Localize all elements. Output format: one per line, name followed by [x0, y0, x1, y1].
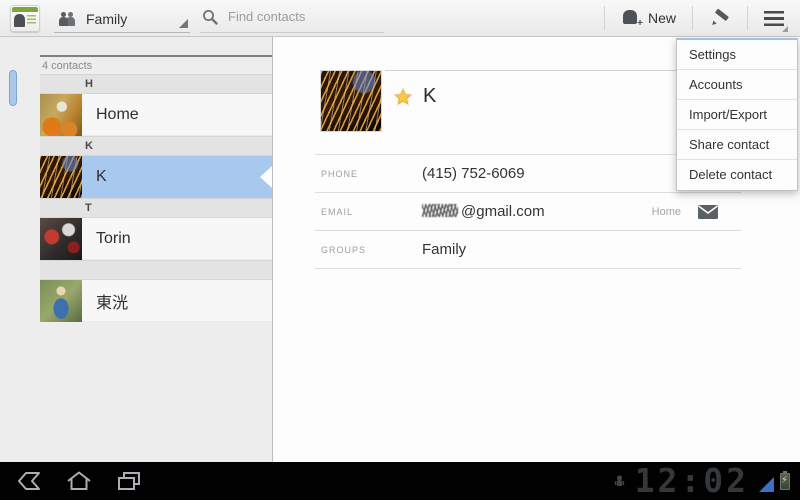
contacts-app-icon[interactable] [10, 5, 40, 32]
field-value: (415) 752-6069 [422, 165, 525, 182]
contact-list-name: K [96, 168, 107, 186]
contact-list-item[interactable]: Torin [40, 218, 272, 260]
clock[interactable]: 12:02 [635, 462, 749, 500]
recent-apps-button[interactable] [104, 462, 154, 500]
field-label: EMAIL [315, 207, 422, 217]
contact-list: 4 contacts HHomeKKTTorin東洸 [40, 37, 272, 462]
section-header [40, 260, 272, 280]
section-header: K [40, 136, 272, 156]
contact-list-item[interactable]: Home [40, 94, 272, 136]
contact-list-name: Torin [96, 230, 131, 248]
contact-name: K [423, 85, 436, 108]
redacted-text [422, 204, 458, 217]
back-button[interactable] [4, 462, 54, 500]
favorite-star-icon[interactable] [393, 87, 413, 107]
overflow-menu-button[interactable] [748, 0, 800, 36]
email-envelope-icon[interactable] [697, 204, 719, 220]
app-icon-robot [14, 14, 25, 27]
field-type-label: Home [652, 206, 681, 218]
section-header: H [40, 74, 272, 94]
menu-item-settings[interactable]: Settings [677, 40, 797, 70]
contact-photo [40, 156, 82, 198]
contact-count-label: 4 contacts [40, 55, 272, 74]
menu-item-import-export[interactable]: Import/Export [677, 100, 797, 130]
contact-list-item[interactable]: 東洸 [40, 280, 272, 322]
group-filter-spinner[interactable]: Family [54, 3, 190, 33]
field-value: @gmail.com [422, 203, 545, 220]
search-box[interactable] [200, 3, 384, 33]
contact-list-item[interactable]: K [40, 156, 272, 198]
contact-list-name: 東洸 [96, 289, 128, 313]
contact-photo [40, 94, 82, 136]
field-label: PHONE [315, 169, 422, 179]
contact-list-name: Home [96, 106, 139, 124]
add-contact-icon: + [621, 10, 641, 26]
menu-item-delete-contact[interactable]: Delete contact [677, 160, 797, 190]
edit-contact-button[interactable] [693, 0, 747, 36]
search-icon [202, 9, 218, 25]
app-icon-band [12, 7, 38, 12]
menu-item-share-contact[interactable]: Share contact [677, 130, 797, 160]
section-header: T [40, 198, 272, 218]
chevron-down-icon [179, 19, 188, 28]
group-icon [58, 12, 78, 26]
action-bar: Family + New [0, 0, 800, 37]
system-bar: 12:02 [0, 462, 800, 500]
app-icon-lines [27, 15, 36, 25]
search-input[interactable] [228, 9, 368, 24]
contact-photo [40, 280, 82, 322]
back-icon [15, 470, 43, 492]
detail-field-row-email[interactable]: EMAIL@gmail.com Home [315, 193, 741, 231]
pencil-icon [709, 8, 731, 28]
android-robot-icon [612, 474, 627, 489]
contact-photo [40, 218, 82, 260]
field-label: GROUPS [315, 245, 422, 255]
recent-apps-icon [115, 470, 143, 492]
contact-photo-large[interactable] [320, 70, 382, 132]
detail-field-row-groups[interactable]: GROUPSFamily [315, 231, 741, 269]
home-button[interactable] [54, 462, 104, 500]
scrollbar-thumb[interactable] [9, 70, 17, 106]
menu-icon [764, 11, 784, 26]
field-value: Family [422, 241, 466, 258]
overflow-menu: SettingsAccountsImport/ExportShare conta… [676, 38, 798, 191]
home-icon [65, 470, 93, 492]
group-filter-label: Family [86, 11, 127, 27]
menu-item-accounts[interactable]: Accounts [677, 70, 797, 100]
battery-charging-icon [780, 473, 790, 490]
wifi-icon [759, 477, 774, 492]
new-contact-button[interactable]: + New [605, 0, 692, 36]
new-contact-label: New [648, 10, 676, 26]
